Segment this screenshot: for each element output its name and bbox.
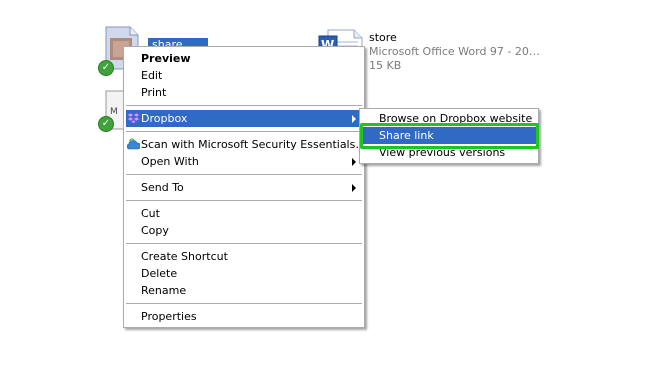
file-meta-store: store Microsoft Office Word 97 - 20… 15 … (369, 31, 540, 73)
menu-item-create-shortcut[interactable]: Create Shortcut (126, 248, 362, 265)
menu-item-label: Rename (141, 284, 187, 297)
menu-separator (126, 174, 362, 175)
menu-item-label: Properties (141, 310, 197, 323)
submenu-arrow-icon (352, 184, 356, 192)
menu-item-delete[interactable]: Delete (126, 265, 362, 282)
menu-item-label: Cut (141, 207, 160, 220)
menu-separator (126, 303, 362, 304)
menu-item-properties[interactable]: Properties (126, 308, 362, 325)
menu-item-label: Print (141, 86, 167, 99)
menu-item-label: Create Shortcut (141, 250, 228, 263)
submenu-arrow-icon (352, 158, 356, 166)
menu-item-label: Delete (141, 267, 178, 280)
file-type: Microsoft Office Word 97 - 20… (369, 45, 540, 58)
menu-item-print[interactable]: Print (126, 84, 362, 101)
menu-item-label: Send To (141, 181, 184, 194)
file-size: 15 KB (369, 59, 402, 72)
sync-check-icon-2: ✓ (98, 116, 114, 132)
menu-item-label: Dropbox (141, 112, 188, 125)
menu-item-scan[interactable]: Scan with Microsoft Security Essentials… (126, 136, 366, 153)
menu-item-send-to[interactable]: Send To (126, 179, 362, 196)
svg-text:M: M (110, 107, 118, 117)
menu-separator (126, 200, 362, 201)
menu-item-label: Edit (141, 69, 163, 82)
security-shield-icon (126, 138, 141, 151)
menu-item-label: Copy (141, 224, 169, 237)
menu-item-open-with[interactable]: Open With (126, 153, 362, 170)
sync-check-icon: ✓ (98, 60, 114, 76)
menu-separator (126, 105, 362, 106)
context-menu: Preview Edit Print Dropbox Scan with Mic… (123, 46, 366, 328)
menu-item-copy[interactable]: Copy (126, 222, 362, 239)
dropbox-icon (126, 112, 141, 125)
menu-item-label: Scan with Microsoft Security Essentials… (141, 138, 367, 151)
menu-item-edit[interactable]: Edit (126, 67, 362, 84)
menu-item-label: Open With (141, 155, 199, 168)
menu-item-preview[interactable]: Preview (126, 50, 362, 67)
file-name: store (369, 31, 397, 44)
share-link-callout (360, 123, 539, 149)
menu-separator (126, 243, 362, 244)
menu-item-rename[interactable]: Rename (126, 282, 362, 299)
menu-item-label: Preview (141, 52, 191, 65)
menu-item-cut[interactable]: Cut (126, 205, 362, 222)
submenu-arrow-icon (352, 115, 356, 123)
menu-item-dropbox[interactable]: Dropbox (126, 110, 362, 127)
menu-separator (126, 131, 362, 132)
